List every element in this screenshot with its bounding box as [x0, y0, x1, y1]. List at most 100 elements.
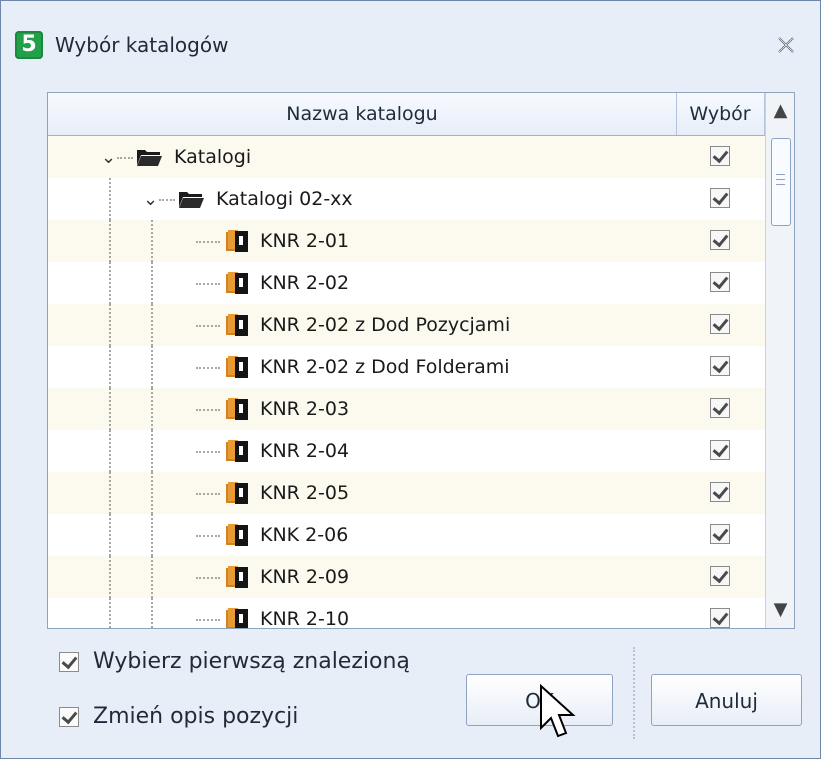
table-row[interactable]: KNR 2-05	[48, 472, 765, 514]
table-row[interactable]: ⌄ Katalogi 02-xx	[48, 178, 765, 220]
vertical-scrollbar[interactable]: ▲ ▼	[765, 93, 794, 628]
first-found-label: Wybierz pierwszą znalezioną	[93, 649, 410, 674]
book-icon	[226, 566, 248, 588]
book-icon	[226, 398, 248, 420]
tree-branch-line	[196, 493, 220, 495]
scroll-up-arrow-icon[interactable]: ▲	[766, 93, 794, 129]
table-row[interactable]: KNR 2-09	[48, 556, 765, 598]
row-select-checkbox[interactable]	[710, 440, 730, 460]
table-row[interactable]: KNR 2-02	[48, 262, 765, 304]
tree-branch-line	[196, 451, 220, 453]
tree-branch-line	[159, 199, 175, 201]
tree-guide-line	[151, 388, 153, 430]
tree-guide-line	[109, 514, 111, 556]
tree-guide-line	[109, 304, 111, 346]
row-select-checkbox[interactable]	[710, 230, 730, 250]
dialog-window: 5 Wybór katalogów Nazwa katalogu Wybór ⌄…	[0, 0, 821, 759]
tree-guide-line	[151, 598, 153, 628]
row-select-checkbox[interactable]	[710, 398, 730, 418]
chevron-down-icon[interactable]: ⌄	[143, 191, 159, 209]
tree-guide-line	[151, 472, 153, 514]
book-icon	[226, 230, 248, 252]
tree-guide-line	[109, 556, 111, 598]
tree-branch-line	[196, 619, 220, 621]
tree-branch-line	[196, 241, 220, 243]
row-select-checkbox[interactable]	[710, 482, 730, 502]
tree-guide-line	[109, 388, 111, 430]
table-row[interactable]: ⌄ Katalogi	[48, 136, 765, 178]
scroll-thumb[interactable]	[771, 138, 791, 226]
tree-branch-line	[117, 157, 133, 159]
row-select-checkbox[interactable]	[710, 272, 730, 292]
change-description-checkbox[interactable]	[59, 707, 79, 727]
book-icon	[226, 314, 248, 336]
first-found-checkbox[interactable]	[59, 652, 79, 672]
tree-guide-line	[109, 262, 111, 304]
table-row[interactable]: KNR 2-10	[48, 598, 765, 628]
table-row[interactable]: KNR 2-01	[48, 220, 765, 262]
scroll-down-arrow-icon[interactable]: ▼	[766, 592, 794, 628]
grip-line	[776, 174, 785, 175]
tree-guide-line	[151, 304, 153, 346]
row-label: KNK 2-06	[260, 524, 349, 546]
chevron-down-icon[interactable]: ⌄	[101, 149, 117, 167]
row-label: KNR 2-05	[260, 482, 350, 504]
table-row[interactable]: KNR 2-02 z Dod Pozycjami	[48, 304, 765, 346]
change-description-label: Zmień opis pozycji	[93, 704, 299, 729]
row-select-checkbox[interactable]	[710, 314, 730, 334]
tree-guide-line	[151, 556, 153, 598]
row-label: KNR 2-03	[260, 398, 350, 420]
tree-branch-line	[196, 367, 220, 369]
row-label: Katalogi	[174, 146, 252, 168]
row-select-checkbox[interactable]	[710, 356, 730, 376]
row-label: Katalogi 02-xx	[216, 188, 353, 210]
row-select-checkbox[interactable]	[710, 524, 730, 544]
table-row[interactable]: KNR 2-02 z Dod Folderami	[48, 346, 765, 388]
row-label: KNR 2-02 z Dod Pozycjami	[260, 314, 511, 336]
row-label: KNR 2-04	[260, 440, 350, 462]
window-title: Wybór katalogów	[55, 33, 229, 57]
book-icon	[226, 356, 248, 378]
tree-branch-line	[196, 535, 220, 537]
grip-line	[776, 179, 785, 180]
tree-guide-line	[109, 346, 111, 388]
row-select-checkbox[interactable]	[710, 608, 730, 628]
table-row[interactable]: KNR 2-04	[48, 430, 765, 472]
grid-rows: ⌄ Katalogi ⌄ Katalogi 02-xx KNR 2-01 KNR 2-02…	[48, 136, 765, 628]
tree-branch-line	[196, 283, 220, 285]
book-icon	[226, 524, 248, 546]
table-row[interactable]: KNK 2-06	[48, 514, 765, 556]
tree-branch-line	[196, 409, 220, 411]
book-icon	[226, 272, 248, 294]
app-icon: 5	[15, 31, 43, 59]
book-icon	[226, 440, 248, 462]
tree-guide-line	[151, 514, 153, 556]
column-header-name[interactable]: Nazwa katalogu	[48, 93, 677, 135]
tree-guide-line	[151, 430, 153, 472]
tree-guide-line	[109, 178, 111, 220]
table-row[interactable]: KNR 2-03	[48, 388, 765, 430]
tree-branch-line	[196, 577, 220, 579]
tree-guide-line	[109, 430, 111, 472]
title-bar: 5 Wybór katalogów	[1, 1, 820, 91]
tree-guide-line	[109, 598, 111, 628]
row-select-checkbox[interactable]	[710, 146, 730, 166]
folder-icon	[137, 150, 162, 166]
tree-guide-line	[109, 220, 111, 262]
row-select-checkbox[interactable]	[710, 188, 730, 208]
row-label: KNR 2-02 z Dod Folderami	[260, 356, 510, 378]
catalog-grid: Nazwa katalogu Wybór ⌄ Katalogi ⌄ Katalogi …	[47, 92, 795, 629]
close-icon[interactable]	[774, 33, 798, 57]
grid-header: Nazwa katalogu Wybór	[48, 93, 765, 136]
mouse-cursor-icon	[540, 684, 576, 738]
book-icon	[226, 482, 248, 504]
button-separator	[633, 647, 635, 739]
column-header-select[interactable]: Wybór	[676, 93, 765, 135]
tree-guide-line	[151, 220, 153, 262]
row-select-checkbox[interactable]	[710, 566, 730, 586]
cancel-button[interactable]: Anuluj	[651, 674, 802, 726]
row-label: KNR 2-09	[260, 566, 350, 588]
tree-guide-line	[151, 346, 153, 388]
grip-line	[776, 184, 785, 185]
row-label: KNR 2-10	[260, 608, 350, 628]
